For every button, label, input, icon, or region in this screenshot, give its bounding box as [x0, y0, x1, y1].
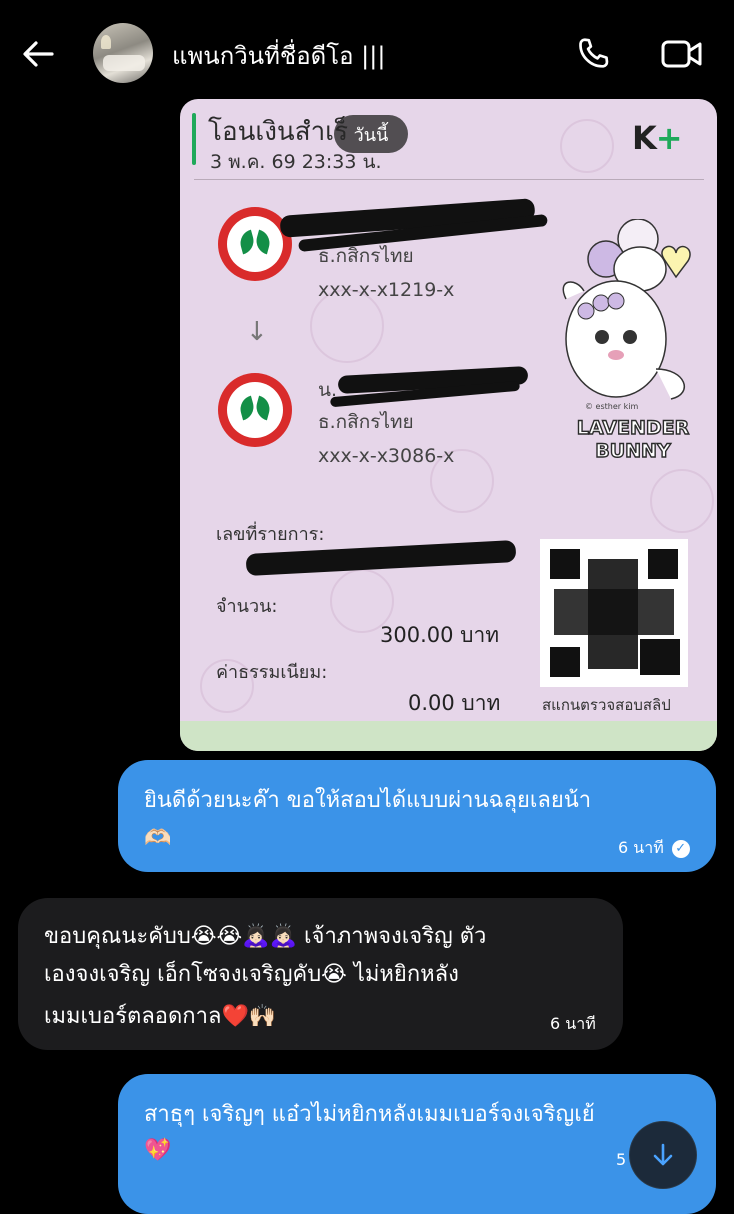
message-bubble-incoming[interactable]: ขอบคุณนะคับบ😭😭🙇🏻‍♀️🙇🏻‍♀️ เจ้าภาพจงเจริญ …: [18, 898, 623, 1050]
message-bubble-outgoing[interactable]: สาธุๆ เจริญๆ แอ๋วไม่หยิกหลังเมมเบอร์จงเจ…: [118, 1074, 716, 1214]
qr-code: [540, 539, 688, 687]
chat-header: แพนกวินที่ชื่อดีโอ |||: [0, 0, 734, 100]
slip-footer-band: [180, 721, 717, 751]
kplus-logo: K+: [632, 119, 683, 157]
message-text: เองจงเจริญ เอ็กโซจงเจริญคับ😭 ไม่หยิกหลัง: [44, 962, 459, 987]
receiver-bank: ธ.กสิกรไทย: [318, 411, 414, 433]
video-camera-icon: [661, 40, 702, 68]
date-chip: วันนี้: [334, 115, 408, 153]
voice-call-button[interactable]: [571, 32, 615, 76]
slip-divider: [194, 179, 704, 180]
message-time: 6 นาที: [550, 1014, 596, 1033]
arrow-down-icon: ↓: [246, 317, 268, 347]
amount-label: จำนวน:: [216, 596, 278, 617]
contact-name[interactable]: แพนกวินที่ชื่อดีโอ |||: [172, 36, 385, 75]
fee-label: ค่าธรรมเนียม:: [216, 662, 328, 683]
sticker-credit: © esther kim: [585, 402, 639, 411]
arrow-down-icon: [653, 1143, 673, 1166]
message-text: ขอบคุณนะคับบ😭😭🙇🏻‍♀️🙇🏻‍♀️ เจ้าภาพจงเจริญ …: [44, 924, 487, 949]
check-circle-icon: ✓: [671, 839, 690, 858]
message-text: สาธุๆ เจริญๆ แอ๋วไม่หยิกหลังเมมเบอร์จงเจ…: [144, 1102, 595, 1127]
amount-value: 300.00 บาท: [380, 623, 500, 647]
receiver-account: xxx-x-x3086-x: [318, 445, 455, 467]
back-button[interactable]: [18, 34, 58, 74]
message-emoji: 🫶🏻: [144, 826, 172, 851]
message-time: 6 นาที: [618, 838, 664, 857]
message-text: ยินดีด้วยนะค๊า ขอให้สอบได้แบบผ่านฉลุยเลย…: [144, 788, 592, 813]
fee-value: 0.00 บาท: [408, 691, 501, 715]
message-emoji: 💖: [144, 1138, 172, 1163]
message-meta: 6 นาที ✓: [618, 836, 690, 861]
kbank-logo-icon: [218, 207, 292, 281]
sticker-title: LAVENDER BUNNY: [576, 416, 690, 462]
transfer-slip-image[interactable]: โอนเงินสำเร็ 3 พ.ค. 69 23:33 น. วันนี้ K…: [180, 99, 717, 751]
message-bubble-outgoing[interactable]: ยินดีด้วยนะค๊า ขอให้สอบได้แบบผ่านฉลุยเลย…: [118, 760, 716, 872]
slip-title: โอนเงินสำเร็: [208, 117, 349, 147]
avatar[interactable]: [93, 23, 153, 83]
message-text: เมมเบอร์ตลอดกาล❤️🙌🏻: [44, 1004, 277, 1029]
kbank-logo-icon: [218, 373, 292, 447]
reference-label: เลขที่รายการ:: [216, 524, 325, 545]
back-arrow-icon: [23, 41, 54, 67]
qr-caption: สแกนตรวจสอบสลิป: [542, 696, 671, 714]
video-call-button[interactable]: [658, 32, 706, 76]
message-time: 5: [616, 1150, 627, 1169]
sender-account: xxx-x-x1219-x: [318, 279, 455, 301]
slip-accent-bar: [192, 113, 196, 165]
scroll-to-bottom-button[interactable]: [630, 1122, 696, 1188]
sender-bank: ธ.กสิกรไทย: [318, 245, 414, 267]
phone-icon: [579, 38, 609, 68]
